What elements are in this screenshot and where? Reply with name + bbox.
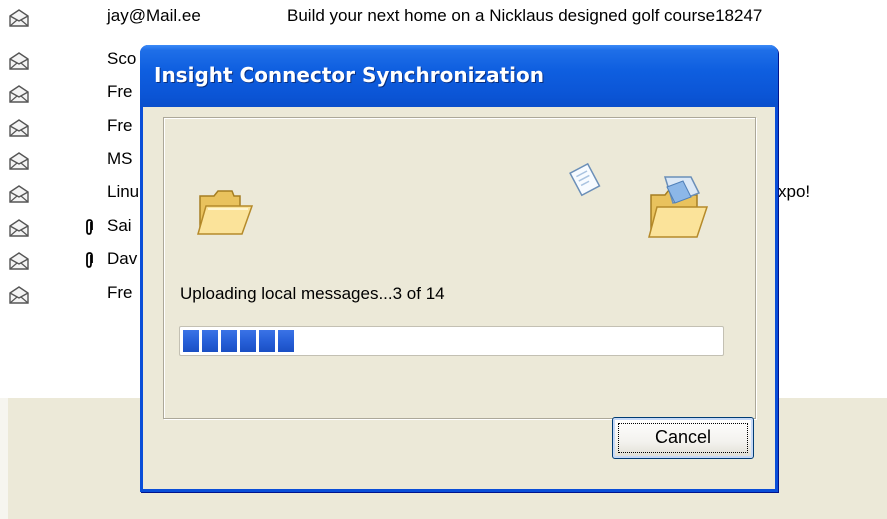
- sync-status-text: Uploading local messages...3 of 14: [180, 284, 445, 303]
- message-row[interactable]: jay@Mail.ee Build your next home on a Ni…: [0, 2, 887, 32]
- progress-segment: [202, 330, 218, 352]
- message-from: Dav: [107, 249, 138, 268]
- envelope-icon: [9, 52, 29, 70]
- progress-segment: [278, 330, 294, 352]
- envelope-icon: [9, 219, 29, 237]
- envelope-icon: [9, 85, 29, 103]
- message-subject: xpo!: [778, 182, 811, 201]
- progress-segment: [221, 330, 237, 352]
- message-from: Sco: [107, 49, 137, 68]
- folder-open-icon: [197, 190, 254, 235]
- footer-edge: [0, 398, 8, 519]
- message-from: Linu: [107, 182, 140, 201]
- progress-segment: [240, 330, 256, 352]
- message-from: MS: [107, 149, 133, 168]
- cancel-button-label: Cancel: [654, 427, 712, 447]
- message-from: Fre: [107, 82, 133, 101]
- envelope-icon: [9, 286, 29, 304]
- upload-progress-bar: [179, 326, 724, 356]
- envelope-icon: [9, 252, 29, 270]
- message-from: jay@Mail.ee: [107, 6, 201, 25]
- progress-segment: [183, 330, 199, 352]
- message-from: Sai: [107, 216, 132, 235]
- message-subject: Build your next home on a Nicklaus desig…: [287, 6, 763, 25]
- paperclip-icon: [86, 252, 93, 268]
- progress-fill: [183, 330, 297, 352]
- dialog-titlebar[interactable]: Insight Connector Synchronization: [140, 45, 778, 107]
- envelope-icon: [9, 185, 29, 203]
- sync-dialog: Insight Connector Synchronization Upload…: [140, 45, 778, 492]
- envelope-icon: [9, 9, 29, 27]
- message-from: Fre: [107, 283, 133, 302]
- sync-panel: Uploading local messages...3 of 14: [163, 117, 756, 419]
- document-icon: [569, 162, 601, 197]
- message-from: Fre: [107, 116, 133, 135]
- mail-folder-icon: [648, 176, 709, 238]
- envelope-icon: [9, 152, 29, 170]
- cancel-button[interactable]: Cancel: [612, 417, 754, 459]
- envelope-icon: [9, 119, 29, 137]
- progress-segment: [259, 330, 275, 352]
- dialog-title: Insight Connector Synchronization: [154, 63, 544, 87]
- paperclip-icon: [86, 219, 93, 235]
